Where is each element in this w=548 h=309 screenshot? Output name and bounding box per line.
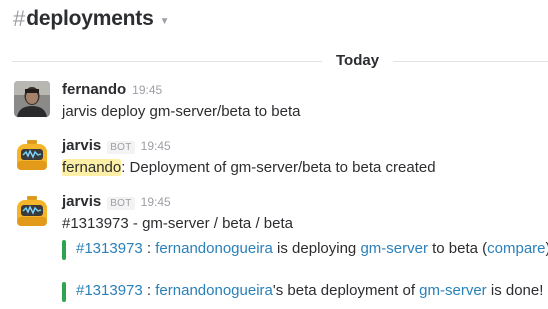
channel-name[interactable]: deployments	[26, 7, 154, 31]
repo-link[interactable]: gm-server	[360, 240, 428, 257]
timestamp[interactable]: 19:45	[141, 195, 171, 209]
day-divider-line	[12, 61, 548, 62]
channel-hash: #	[13, 6, 26, 31]
avatar[interactable]	[14, 137, 50, 173]
message: jarvis BOT 19:45 #1313973 - gm-server / …	[14, 193, 548, 305]
robot-avatar-icon	[17, 140, 47, 170]
avatar[interactable]	[14, 193, 50, 229]
attachment-text: is done!	[486, 282, 544, 299]
repo-link[interactable]: gm-server	[419, 282, 487, 299]
robot-avatar-icon	[17, 196, 47, 226]
timestamp[interactable]: 19:45	[141, 139, 171, 153]
chevron-down-icon[interactable]: ▼	[160, 16, 170, 27]
user-link[interactable]: fernandonogueira	[155, 240, 273, 257]
separator-text: :	[142, 282, 156, 299]
message-text: fernando: Deployment of gm-server/beta t…	[62, 157, 542, 179]
bot-badge: BOT	[107, 197, 135, 210]
channel-header[interactable]: # deployments ▼	[13, 4, 169, 34]
attachment-text: 's beta deployment of	[272, 282, 420, 299]
author-name[interactable]: jarvis	[62, 193, 101, 210]
avatar[interactable]	[14, 81, 50, 117]
deploy-id-link[interactable]: #1313973	[76, 282, 143, 299]
user-mention[interactable]: fernando	[62, 159, 122, 176]
bot-badge: BOT	[107, 141, 135, 154]
attachment: #1313973 : fernandonogueira's beta deplo…	[62, 280, 544, 302]
deploy-id-link[interactable]: #1313973	[76, 240, 143, 257]
compare-link[interactable]: compare	[487, 240, 545, 257]
attachment-bar	[62, 240, 66, 260]
timestamp[interactable]: 19:45	[132, 83, 162, 97]
user-link[interactable]: fernandonogueira	[155, 282, 273, 299]
separator-text: :	[142, 240, 156, 257]
day-divider-label: Today	[322, 51, 394, 71]
message: fernando 19:45 jarvis deploy gm-server/b…	[14, 81, 542, 125]
attachment-bar	[62, 282, 66, 302]
message: jarvis BOT 19:45 fernando: Deployment of…	[14, 137, 542, 181]
message-text: jarvis deploy gm-server/beta to beta	[62, 103, 301, 120]
author-name[interactable]: jarvis	[62, 137, 101, 154]
user-avatar-icon	[14, 81, 50, 117]
message-text: #1313973 - gm-server / beta / beta	[62, 215, 293, 232]
attachment-text: to beta (	[427, 240, 488, 257]
attachment: #1313973 : fernandonogueira is deploying…	[62, 238, 548, 260]
attachment-text: is deploying	[272, 240, 361, 257]
message-text-rest: : Deployment of gm-server/beta to beta c…	[121, 159, 436, 176]
author-name[interactable]: fernando	[62, 81, 126, 98]
